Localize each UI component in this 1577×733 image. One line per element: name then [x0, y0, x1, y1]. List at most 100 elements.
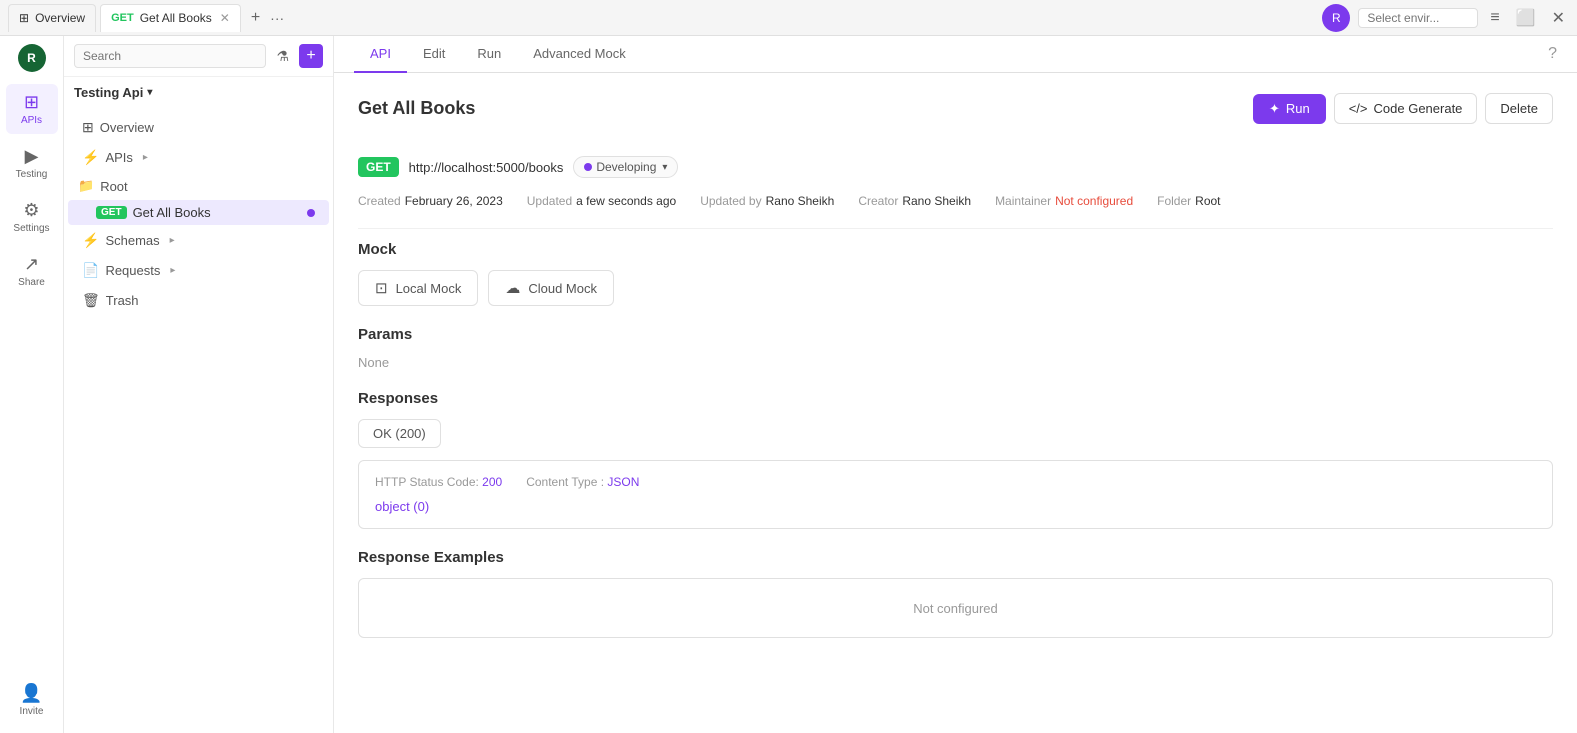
- content-type-label: Content Type :: [526, 475, 604, 489]
- code-icon: </>: [1349, 101, 1368, 116]
- schemas-arrow-icon: ▸: [170, 235, 175, 246]
- code-generate-label: Code Generate: [1374, 101, 1463, 116]
- run-button[interactable]: ✦ Run: [1253, 94, 1326, 124]
- env-badge[interactable]: Developing ▾: [573, 156, 678, 178]
- meta-maintainer: Maintainer Not configured: [995, 194, 1133, 208]
- env-dot: [584, 163, 592, 171]
- meta-creator-value: Rano Sheikh: [902, 194, 971, 208]
- meta-created-value: February 26, 2023: [405, 194, 503, 208]
- left-nav: ⊞ Overview ⚡ APIs ▸ 📁 Root GET Get All B…: [64, 108, 333, 320]
- filter-button[interactable]: ⚗: [272, 46, 293, 67]
- trash-icon: 🗑: [82, 292, 100, 309]
- code-generate-button[interactable]: </> Code Generate: [1334, 93, 1478, 124]
- meta-folder-label: Folder: [1157, 194, 1191, 208]
- delete-button[interactable]: Delete: [1485, 93, 1553, 124]
- help-icon[interactable]: ?: [1548, 45, 1557, 63]
- left-panel: ⚗ + Testing Api ▾ ⊞ Overview ⚡ APIs ▸ 📁 …: [64, 36, 334, 733]
- title-and-actions: Get All Books ✦ Run </> Code Generate De…: [358, 93, 1553, 140]
- apis-arrow-icon: ▸: [143, 152, 148, 163]
- more-tabs-button[interactable]: ···: [270, 10, 284, 26]
- env-select-input[interactable]: [1358, 8, 1478, 28]
- meta-updated-label: Updated: [527, 194, 572, 208]
- user-avatar[interactable]: R: [18, 44, 46, 72]
- main-content: API Edit Run Advanced Mock ? Get All Boo…: [334, 36, 1577, 733]
- top-bar: ⊞ Overview GET Get All Books ✕ + ··· R ≡…: [0, 0, 1577, 36]
- tab-overview[interactable]: ⊞ Overview: [8, 4, 96, 32]
- requests-icon: 📄: [82, 262, 99, 279]
- content-tabs: API Edit Run Advanced Mock ?: [334, 36, 1577, 73]
- grid-icon: ⊞: [19, 11, 29, 25]
- status-value: 200: [482, 475, 502, 489]
- menu-icon[interactable]: ≡: [1486, 9, 1503, 27]
- page-title: Get All Books: [358, 98, 475, 119]
- tab-edit[interactable]: Edit: [407, 36, 461, 73]
- cloud-mock-button[interactable]: ☁ Cloud Mock: [488, 270, 614, 306]
- nav-schemas-label: Schemas: [105, 233, 159, 248]
- tab-get-all-books[interactable]: GET Get All Books ✕: [100, 4, 241, 32]
- sidebar-item-share-label: Share: [18, 277, 45, 288]
- meta-maintainer-value: Not configured: [1055, 194, 1133, 208]
- nav-item-requests[interactable]: 📄 Requests ▸: [68, 256, 329, 285]
- sidebar-item-apis[interactable]: ⊞ APIs: [6, 84, 58, 134]
- project-name[interactable]: Testing Api ▾: [64, 77, 333, 108]
- tab-advanced-mock[interactable]: Advanced Mock: [517, 36, 642, 73]
- nav-item-root[interactable]: 📁 Root: [64, 173, 333, 199]
- tab-api[interactable]: API: [354, 36, 407, 73]
- local-mock-label: Local Mock: [396, 281, 462, 296]
- response-examples-title: Response Examples: [358, 549, 1553, 566]
- sidebar-item-testing[interactable]: ▶ Testing: [6, 138, 58, 188]
- status-label: HTTP Status Code:: [375, 475, 479, 489]
- api-get-all-books-label: Get All Books: [133, 205, 211, 220]
- mock-title: Mock: [358, 241, 1553, 258]
- apis-nav-icon: ⚡: [82, 149, 99, 166]
- object-link[interactable]: object (0): [375, 499, 429, 514]
- response-examples-section: Response Examples Not configured: [358, 549, 1553, 638]
- response-status: HTTP Status Code: 200: [375, 475, 502, 489]
- local-mock-icon: ⊡: [375, 279, 388, 297]
- tab-get-all-books-label: Get All Books: [140, 11, 212, 25]
- add-button[interactable]: +: [299, 44, 323, 68]
- active-dot: [307, 209, 315, 217]
- api-item-get-all-books[interactable]: GET Get All Books: [68, 200, 329, 225]
- sidebar-item-settings[interactable]: ⚙ Settings: [6, 192, 58, 242]
- response-content-type: Content Type : JSON: [526, 475, 639, 489]
- meta-folder: Folder Root: [1157, 194, 1220, 208]
- response-tab-ok200[interactable]: OK (200): [358, 419, 441, 448]
- nav-item-schemas[interactable]: ⚡ Schemas ▸: [68, 226, 329, 255]
- sidebar-item-apis-label: APIs: [21, 115, 42, 126]
- meta-creator-label: Creator: [858, 194, 898, 208]
- left-panel-header: ⚗ +: [64, 36, 333, 77]
- user-avatar-topbar[interactable]: R: [1322, 4, 1350, 32]
- responses-title: Responses: [358, 390, 1553, 407]
- meta-creator: Creator Rano Sheikh: [858, 194, 971, 208]
- nav-item-apis[interactable]: ⚡ APIs ▸: [68, 143, 329, 172]
- nav-root-label: Root: [100, 179, 127, 194]
- folder-icon: 📁: [78, 178, 94, 194]
- sidebar-item-invite[interactable]: 👤 Invite: [6, 675, 58, 725]
- meta-row: Created February 26, 2023 Updated a few …: [358, 194, 1553, 208]
- close-window-icon[interactable]: ✕: [1548, 8, 1569, 28]
- invite-icon: 👤: [20, 683, 42, 704]
- close-tab-icon[interactable]: ✕: [220, 11, 230, 25]
- add-tab-button[interactable]: +: [245, 9, 266, 27]
- main-layout: R ⊞ APIs ▶ Testing ⚙ Settings ↗ Share 👤 …: [0, 36, 1577, 733]
- tab-run[interactable]: Run: [461, 36, 517, 73]
- nav-requests-label: Requests: [105, 263, 160, 278]
- nav-item-overview[interactable]: ⊞ Overview: [68, 113, 329, 142]
- nav-item-trash[interactable]: 🗑 Trash: [68, 286, 329, 315]
- mock-buttons: ⊡ Local Mock ☁ Cloud Mock: [358, 270, 1553, 306]
- divider-1: [358, 228, 1553, 229]
- sidebar-item-share[interactable]: ↗ Share: [6, 246, 58, 296]
- meta-created: Created February 26, 2023: [358, 194, 503, 208]
- meta-folder-value: Root: [1195, 194, 1220, 208]
- search-input[interactable]: [74, 44, 266, 68]
- get-method-badge: GET: [96, 206, 127, 219]
- nav-overview-label: Overview: [100, 120, 154, 135]
- response-content: HTTP Status Code: 200 Content Type : JSO…: [358, 460, 1553, 529]
- local-mock-button[interactable]: ⊡ Local Mock: [358, 270, 478, 306]
- share-icon: ↗: [24, 254, 39, 275]
- tab-method-badge: GET: [111, 12, 134, 24]
- icon-sidebar: R ⊞ APIs ▶ Testing ⚙ Settings ↗ Share 👤 …: [0, 36, 64, 733]
- minimize-icon[interactable]: ⬜: [1512, 8, 1540, 28]
- meta-updated-value: a few seconds ago: [576, 194, 676, 208]
